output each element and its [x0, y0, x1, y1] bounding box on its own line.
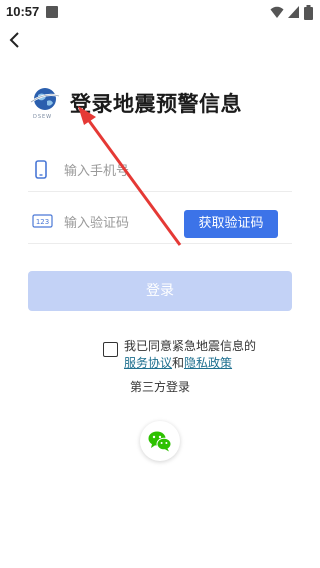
- status-time: 10:57: [6, 4, 40, 19]
- earth-logo-icon: [30, 88, 60, 110]
- wifi-icon: [270, 6, 284, 18]
- privacy-policy-link[interactable]: 隐私政策: [184, 356, 232, 370]
- logo-caption: DSEW: [33, 114, 53, 120]
- app-logo: DSEW: [30, 84, 62, 124]
- agreement-checkbox[interactable]: [103, 342, 118, 357]
- login-button[interactable]: 登录: [28, 271, 292, 311]
- phone-icon: [35, 160, 47, 179]
- verification-code-input[interactable]: [64, 212, 204, 234]
- third-party-login-label: 第三方登录: [129, 380, 190, 394]
- service-agreement-link[interactable]: 服务协议: [124, 356, 172, 370]
- code-field-row: 123 获取验证码: [28, 200, 292, 244]
- notification-icon: [46, 6, 58, 18]
- wechat-login-button[interactable]: [140, 421, 180, 461]
- agreement-text: 我已同意紧急地震信息的 服务协议和隐私政策: [124, 338, 284, 372]
- back-arrow-icon[interactable]: [4, 28, 28, 52]
- verification-code-icon: 123: [32, 214, 53, 228]
- get-code-button[interactable]: 获取验证码: [184, 210, 278, 238]
- battery-icon: [304, 5, 313, 20]
- phone-field-row: [28, 148, 292, 192]
- agreement-conjunction: 和: [172, 356, 185, 370]
- phone-input[interactable]: [64, 160, 204, 182]
- status-bar: 10:57: [0, 0, 320, 24]
- code-icon-text: 123: [36, 218, 49, 226]
- page-title: 登录地震预警信息: [70, 92, 242, 116]
- signal-icon: [288, 6, 299, 18]
- wechat-icon: [148, 431, 172, 452]
- agreement-prefix: 我已同意紧急地震信息的: [124, 339, 257, 353]
